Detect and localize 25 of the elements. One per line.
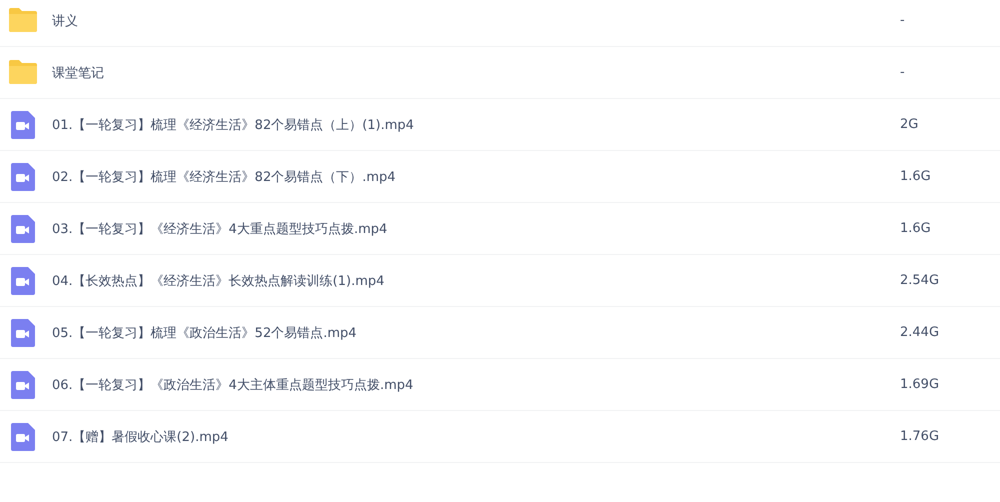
file-name[interactable]: 07.【赠】暑假收心课(2).mp4 bbox=[52, 428, 900, 446]
file-size: - bbox=[900, 13, 906, 28]
video-file-icon bbox=[8, 162, 38, 192]
file-name[interactable]: 课堂笔记 bbox=[52, 64, 900, 82]
file-name[interactable]: 06.【一轮复习】《政治生活》4大主体重点题型技巧点拨.mp4 bbox=[52, 376, 900, 394]
video-file-icon bbox=[8, 266, 38, 296]
video-file-icon bbox=[8, 110, 38, 140]
video-file-icon bbox=[8, 422, 38, 452]
file-size: 1.69G bbox=[900, 377, 940, 392]
file-name[interactable]: 02.【一轮复习】梳理《经济生活》82个易错点（下）.mp4 bbox=[52, 168, 900, 186]
file-size: 1.6G bbox=[900, 169, 932, 184]
file-size: 2.54G bbox=[900, 273, 940, 288]
video-file-icon bbox=[8, 214, 38, 244]
file-size: 1.76G bbox=[900, 429, 940, 444]
file-name[interactable]: 03.【一轮复习】《经济生活》4大重点题型技巧点拨.mp4 bbox=[52, 220, 900, 238]
video-file-icon bbox=[8, 370, 38, 400]
video-file-icon bbox=[8, 318, 38, 348]
file-size: 1.6G bbox=[900, 221, 932, 236]
file-size: 2.44G bbox=[900, 325, 940, 340]
file-name[interactable]: 讲义 bbox=[52, 12, 900, 30]
file-name[interactable]: 05.【一轮复习】梳理《政治生活》52个易错点.mp4 bbox=[52, 324, 900, 342]
file-name[interactable]: 04.【长效热点】《经济生活》长效热点解读训练(1).mp4 bbox=[52, 272, 900, 290]
file-size: 2G bbox=[900, 117, 920, 132]
file-size: - bbox=[900, 65, 906, 80]
file-name[interactable]: 01.【一轮复习】梳理《经济生活》82个易错点（上）(1).mp4 bbox=[52, 116, 900, 134]
